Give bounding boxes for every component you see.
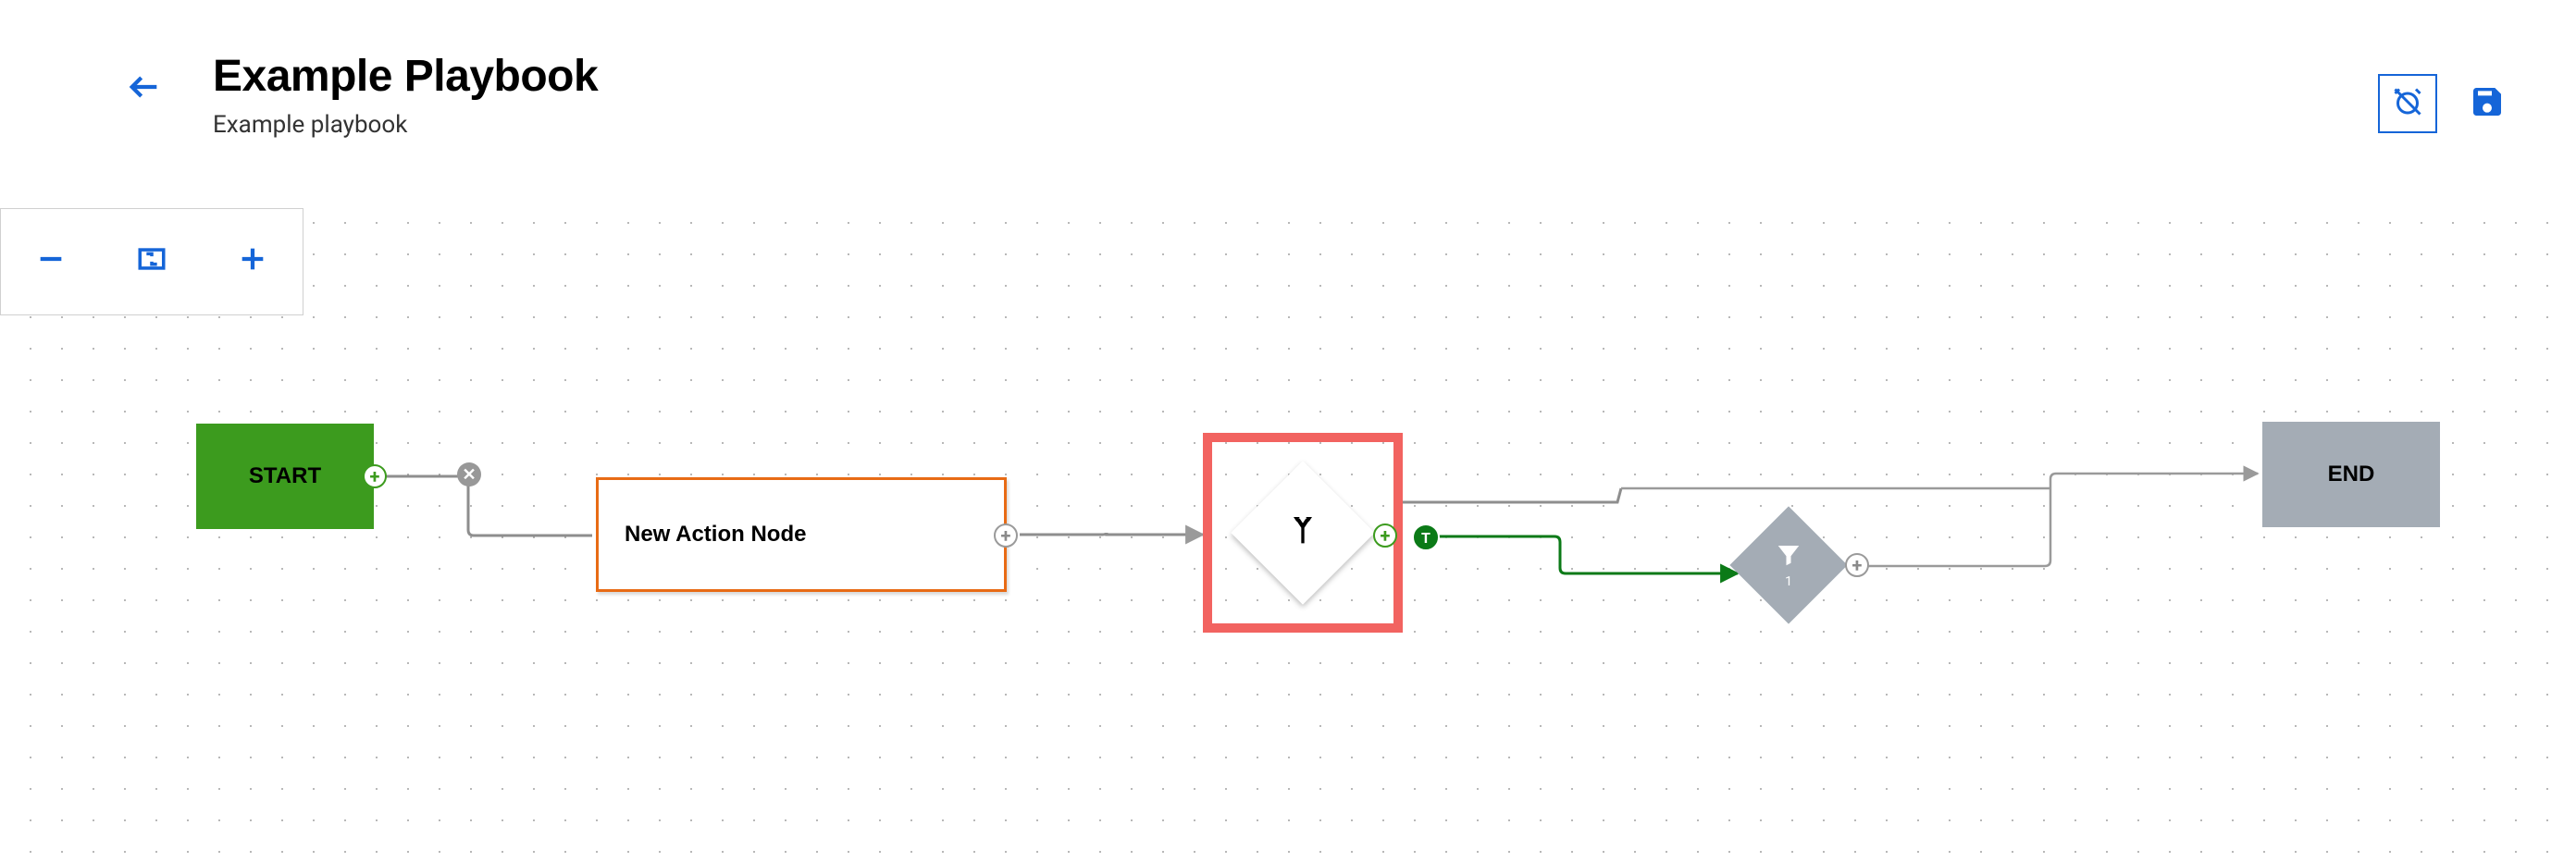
plus-icon [237,240,268,284]
true-label: T [1421,529,1430,547]
fit-screen-icon [136,240,167,284]
action-node-label: New Action Node [625,522,806,548]
save-icon [2469,83,2506,124]
minus-icon [35,240,67,284]
start-output-port[interactable]: + [363,464,387,488]
filter-count: 1 [1775,574,1802,589]
zoom-out-button[interactable] [29,240,73,284]
end-node-label: END [2328,462,2375,487]
start-node-label: START [249,463,321,489]
condition-true-port[interactable]: T [1412,523,1440,551]
zoom-in-button[interactable] [230,240,275,284]
action-output-port[interactable]: + [994,523,1018,548]
back-button[interactable] [126,68,167,109]
page-subtitle: Example playbook [213,111,598,139]
page-title: Example Playbook [213,51,598,102]
zoom-fit-button[interactable] [130,240,174,284]
filter-icon [1775,555,1802,573]
connector-delete-button[interactable]: ✕ [457,462,481,486]
save-button[interactable] [2463,80,2511,128]
branch-icon [1284,512,1321,553]
action-node[interactable]: New Action Node [596,477,1007,592]
timer-off-button[interactable] [2378,74,2437,133]
alarm-off-icon [2391,85,2424,122]
close-icon: ✕ [462,465,476,485]
filter-node[interactable]: 1 [1729,506,1847,623]
zoom-controls [0,208,303,315]
end-node[interactable]: END [2262,422,2440,527]
filter-output-port[interactable]: + [1845,553,1869,577]
condition-output-port[interactable]: + [1373,523,1397,548]
start-node[interactable]: START [196,424,374,529]
